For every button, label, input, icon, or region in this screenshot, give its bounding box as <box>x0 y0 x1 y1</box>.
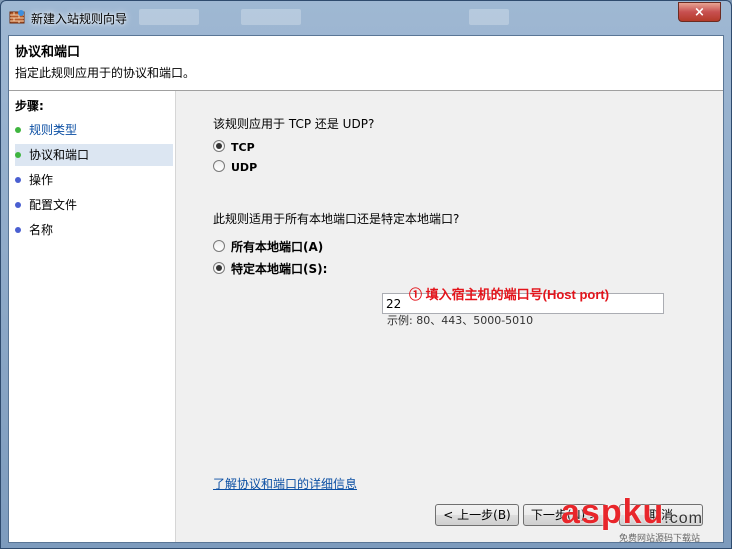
client-area: 协议和端口 指定此规则应用于的协议和端口。 步骤: 规则类型 协议和端口 操作 … <box>8 35 724 543</box>
watermark-logo: aspku.com <box>561 493 703 532</box>
content-pane: 该规则应用于 TCP 还是 UDP? TCP UDP 此规则适用于所有本地端口还… <box>176 91 723 542</box>
step-action: 操作 <box>15 169 173 191</box>
status-dot-icon <box>15 177 21 183</box>
ports-question: 此规则适用于所有本地端口还是特定本地端口? <box>213 212 460 226</box>
back-button[interactable]: < 上一步(B) <box>435 504 519 526</box>
protocol-question: 该规则应用于 TCP 还是 UDP? <box>213 117 375 131</box>
status-dot-icon <box>15 152 21 158</box>
window-title: 新建入站规则向导 <box>31 12 128 26</box>
status-dot-icon <box>15 127 21 133</box>
status-dot-icon <box>15 227 21 233</box>
radio-udp[interactable]: UDP <box>213 160 257 176</box>
step-name: 名称 <box>15 219 173 241</box>
step-label: 配置文件 <box>29 198 78 212</box>
status-dot-icon <box>15 202 21 208</box>
watermark-suffix: .com <box>664 510 703 527</box>
step-protocol-ports[interactable]: 协议和端口 <box>15 144 173 166</box>
step-label: 协议和端口 <box>29 148 90 162</box>
annotation-text: ① 填入宿主机的端口号(Host port) <box>409 287 610 302</box>
radio-label: 特定本地端口(S): <box>231 262 328 276</box>
radio-tcp[interactable]: TCP <box>213 140 255 156</box>
step-label: 规则类型 <box>29 123 78 137</box>
radio-checked-icon[interactable] <box>213 262 225 274</box>
watermark-main: aspku <box>561 493 665 531</box>
radio-specific-ports[interactable]: 特定本地端口(S): <box>213 261 327 277</box>
step-rule-type[interactable]: 规则类型 <box>15 119 173 141</box>
steps-title: 步骤: <box>15 99 44 113</box>
radio-all-ports[interactable]: 所有本地端口(A) <box>213 239 323 255</box>
radio-label: UDP <box>231 161 258 174</box>
wizard-header: 协议和端口 指定此规则应用于的协议和端口。 <box>9 36 723 91</box>
page-title: 协议和端口 <box>15 45 81 60</box>
title-bar[interactable]: 新建入站规则向导 × <box>1 1 731 35</box>
step-label: 操作 <box>29 173 54 187</box>
close-icon: × <box>694 5 705 20</box>
info-link[interactable]: 了解协议和端口的详细信息 <box>213 475 357 492</box>
close-button[interactable]: × <box>678 2 721 22</box>
background-blur <box>469 9 509 25</box>
step-label: 名称 <box>29 223 54 237</box>
radio-label: 所有本地端口(A) <box>231 240 324 254</box>
port-example: 示例: 80、443、5000-5010 <box>387 314 534 327</box>
background-blur <box>139 9 199 25</box>
step-profile: 配置文件 <box>15 194 173 216</box>
radio-unchecked-icon[interactable] <box>213 160 225 172</box>
watermark-subtitle: 免费网站源码下载站 <box>619 534 701 544</box>
firewall-icon <box>9 9 25 25</box>
page-description: 指定此规则应用于的协议和端口。 <box>15 66 196 80</box>
radio-unchecked-icon[interactable] <box>213 240 225 252</box>
radio-label: TCP <box>231 141 255 154</box>
background-blur <box>241 9 301 25</box>
steps-pane: 步骤: 规则类型 协议和端口 操作 配置文件 名称 <box>9 91 176 542</box>
radio-checked-icon[interactable] <box>213 140 225 152</box>
wizard-window: 新建入站规则向导 × 协议和端口 指定此规则应用于的协议和端口。 步骤: 规则类… <box>0 0 732 549</box>
